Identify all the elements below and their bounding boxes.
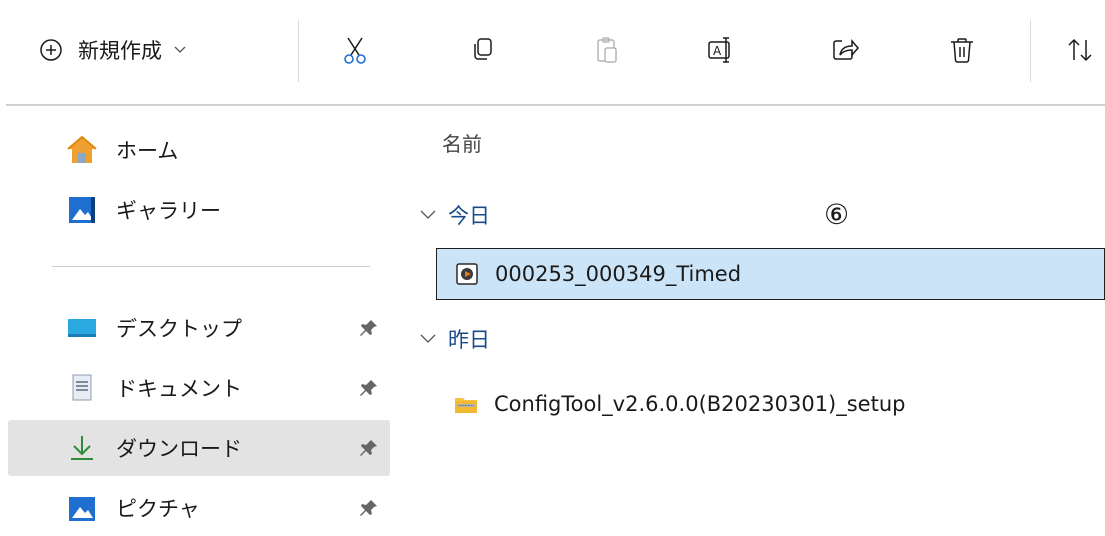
chevron-down-icon: [174, 46, 186, 53]
pin-icon[interactable]: [359, 438, 379, 458]
cut-button[interactable]: [333, 28, 377, 72]
documents-icon: [65, 371, 99, 405]
chevron-down-icon: [420, 334, 436, 343]
new-button[interactable]: 新規作成: [40, 32, 186, 68]
trash-icon: [951, 38, 973, 63]
share-button[interactable]: [823, 28, 867, 72]
downloads-icon: [65, 431, 99, 465]
chevron-down-icon: [420, 210, 436, 219]
toolbar-separator: [1030, 20, 1031, 82]
media-file-icon: [456, 263, 478, 285]
paste-icon: [597, 37, 617, 63]
file-name: ConfigTool_v2.6.0.0(B20230301)_setup: [494, 392, 906, 416]
scissors-icon: [344, 37, 366, 64]
nav-item-label: ホーム: [116, 139, 179, 163]
zip-folder-icon: [455, 398, 477, 413]
gallery-icon: [65, 193, 99, 227]
nav-item-label: ギャラリー: [116, 199, 221, 223]
copy-icon: [474, 38, 492, 60]
rename-icon: A: [708, 37, 730, 63]
pin-icon[interactable]: [359, 318, 379, 338]
new-button-label: 新規作成: [78, 39, 162, 63]
nav-item-label: ダウンロード: [116, 437, 242, 461]
navigation-pane: ホーム ギャラリー デスクトップ ドキュメント ダウンロード ピクチャ: [0, 106, 398, 534]
nav-item-label: デスクトップ: [116, 317, 242, 341]
rename-button[interactable]: A: [699, 28, 743, 72]
group-label: 今日: [448, 204, 490, 228]
nav-item-label: ドキュメント: [116, 377, 242, 401]
svg-text:A: A: [713, 44, 722, 58]
nav-divider: [52, 266, 370, 267]
nav-item-home[interactable]: ホーム: [8, 122, 390, 178]
group-header-today[interactable]: 今日: [420, 200, 490, 230]
paste-button[interactable]: [585, 28, 629, 72]
file-row[interactable]: 000253_000349_Timed: [436, 248, 1105, 300]
copy-button[interactable]: [460, 28, 504, 72]
sort-button[interactable]: [1058, 28, 1102, 72]
sort-arrows-icon: [1068, 38, 1092, 62]
home-icon: [65, 133, 99, 167]
plus-circle-icon: [40, 39, 62, 61]
nav-item-gallery[interactable]: ギャラリー: [8, 182, 390, 238]
pin-icon[interactable]: [359, 498, 379, 518]
file-list: 名前 今日 ⑥ 000253_000349_Timed 昨日 ConfigToo…: [398, 106, 1105, 534]
nav-item-label: ピクチャ: [116, 497, 200, 521]
group-header-yesterday[interactable]: 昨日: [420, 324, 490, 354]
pin-icon[interactable]: [359, 378, 379, 398]
desktop-icon: [65, 311, 99, 345]
command-bar: 新規作成 A: [0, 0, 1105, 106]
file-name: 000253_000349_Timed: [495, 262, 742, 286]
pictures-icon: [65, 491, 99, 525]
nav-item-desktop[interactable]: デスクトップ: [8, 300, 390, 356]
file-row[interactable]: ConfigTool_v2.6.0.0(B20230301)_setup: [436, 378, 1105, 430]
share-icon: [833, 38, 859, 60]
toolbar-separator: [298, 20, 299, 82]
nav-item-documents[interactable]: ドキュメント: [8, 360, 390, 416]
column-header-name[interactable]: 名前: [442, 128, 482, 157]
group-label: 昨日: [448, 328, 490, 352]
nav-item-downloads[interactable]: ダウンロード: [8, 420, 390, 476]
nav-item-pictures[interactable]: ピクチャ: [8, 480, 390, 536]
delete-button[interactable]: [940, 28, 984, 72]
annotation-marker: ⑥: [824, 198, 850, 231]
